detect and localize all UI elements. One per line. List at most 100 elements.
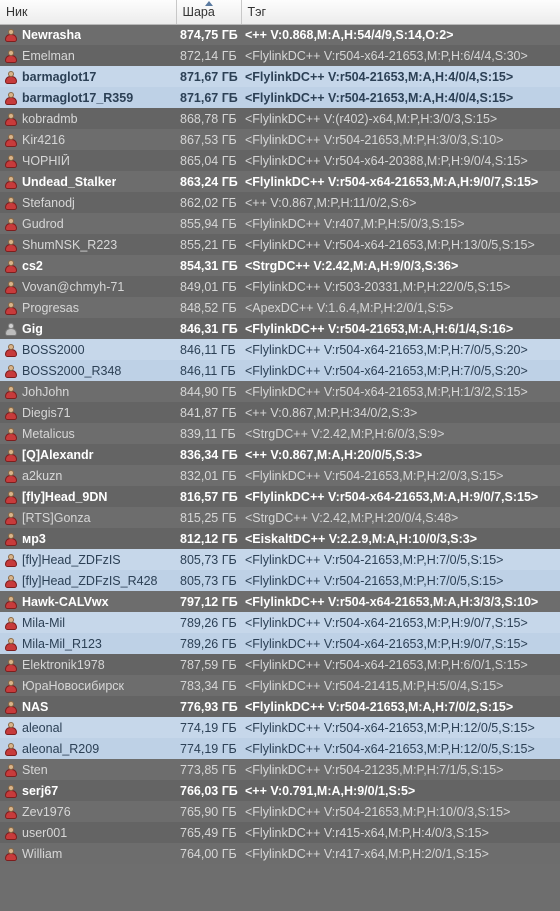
nick-cell[interactable]: William bbox=[0, 843, 176, 864]
nick-text: Hawk-CALVwx bbox=[22, 595, 109, 609]
table-row[interactable]: Hawk-CALVwx797,12 ГБ<FlylinkDC++ V:r504-… bbox=[0, 591, 560, 612]
table-row[interactable]: William764,00 ГБ<FlylinkDC++ V:r417-x64,… bbox=[0, 843, 560, 864]
nick-cell[interactable]: [Q]Alexandr bbox=[0, 444, 176, 465]
nick-cell[interactable]: [fly]Head_ZDFzIS_R428 bbox=[0, 570, 176, 591]
column-header-share[interactable]: Шара bbox=[176, 0, 241, 24]
table-row[interactable]: Gudrod855,94 ГБ<FlylinkDC++ V:r407,M:P,H… bbox=[0, 213, 560, 234]
share-cell: 839,11 ГБ bbox=[176, 423, 241, 444]
nick-cell[interactable]: cs2 bbox=[0, 255, 176, 276]
nick-cell[interactable]: JohJohn bbox=[0, 381, 176, 402]
table-row[interactable]: Kir4216867,53 ГБ<FlylinkDC++ V:r504-2165… bbox=[0, 129, 560, 150]
user-icon bbox=[4, 448, 18, 462]
table-row[interactable]: BOSS2000846,11 ГБ<FlylinkDC++ V:r504-x64… bbox=[0, 339, 560, 360]
nick-cell[interactable]: Zev1976 bbox=[0, 801, 176, 822]
nick-cell[interactable]: Gudrod bbox=[0, 213, 176, 234]
nick-text: Mila-Mil bbox=[22, 616, 65, 630]
table-row[interactable]: Diegis71841,87 ГБ<++ V:0.867,M:P,H:34/0/… bbox=[0, 402, 560, 423]
nick-cell[interactable]: user001 bbox=[0, 822, 176, 843]
table-row[interactable]: JohJohn844,90 ГБ<FlylinkDC++ V:r504-x64-… bbox=[0, 381, 560, 402]
table-row[interactable]: [fly]Head_ZDFzIS_R428805,73 ГБ<FlylinkDC… bbox=[0, 570, 560, 591]
table-row[interactable]: Sten773,85 ГБ<FlylinkDC++ V:r504-21235,M… bbox=[0, 759, 560, 780]
table-row[interactable]: aleonal774,19 ГБ<FlylinkDC++ V:r504-x64-… bbox=[0, 717, 560, 738]
nick-cell[interactable]: NAS bbox=[0, 696, 176, 717]
nick-text: kobradmb bbox=[22, 112, 78, 126]
tag-cell: <FlylinkDC++ V:r504-21235,M:P,H:7/1/5,S:… bbox=[241, 759, 560, 780]
table-row[interactable]: Mila-Mil_R123789,26 ГБ<FlylinkDC++ V:r50… bbox=[0, 633, 560, 654]
nick-cell[interactable]: мр3 bbox=[0, 528, 176, 549]
table-row[interactable]: [fly]Head_9DN816,57 ГБ<FlylinkDC++ V:r50… bbox=[0, 486, 560, 507]
nick-cell[interactable]: barmaglot17_R359 bbox=[0, 87, 176, 108]
nick-cell[interactable]: Emelman bbox=[0, 45, 176, 66]
table-row[interactable]: kobradmb868,78 ГБ<FlylinkDC++ V:(r402)-x… bbox=[0, 108, 560, 129]
nick-cell[interactable]: Progresas bbox=[0, 297, 176, 318]
nick-cell[interactable]: serj67 bbox=[0, 780, 176, 801]
nick-cell[interactable]: Hawk-CALVwx bbox=[0, 591, 176, 612]
table-row[interactable]: serj67766,03 ГБ<++ V:0.791,M:A,H:9/0/1,S… bbox=[0, 780, 560, 801]
table-row[interactable]: NAS776,93 ГБ<FlylinkDC++ V:r504-21653,M:… bbox=[0, 696, 560, 717]
nick-cell[interactable]: Gig bbox=[0, 318, 176, 339]
nick-cell[interactable]: ЧОРНІЙ bbox=[0, 150, 176, 171]
table-row[interactable]: Mila-Mil789,26 ГБ<FlylinkDC++ V:r504-x64… bbox=[0, 612, 560, 633]
table-row[interactable]: ЮраНовосибирск783,34 ГБ<FlylinkDC++ V:r5… bbox=[0, 675, 560, 696]
tag-cell: <++ V:0.868,M:A,H:54/4/9,S:14,O:2> bbox=[241, 24, 560, 45]
table-row[interactable]: aleonal_R209774,19 ГБ<FlylinkDC++ V:r504… bbox=[0, 738, 560, 759]
table-row[interactable]: Emelman872,14 ГБ<FlylinkDC++ V:r504-x64-… bbox=[0, 45, 560, 66]
nick-cell[interactable]: Kir4216 bbox=[0, 129, 176, 150]
table-row[interactable]: ShumNSK_R223855,21 ГБ<FlylinkDC++ V:r504… bbox=[0, 234, 560, 255]
table-row[interactable]: [fly]Head_ZDFzIS805,73 ГБ<FlylinkDC++ V:… bbox=[0, 549, 560, 570]
nick-cell[interactable]: Diegis71 bbox=[0, 402, 176, 423]
nick-cell[interactable]: [fly]Head_9DN bbox=[0, 486, 176, 507]
table-row[interactable]: Vovan@chmyh-71849,01 ГБ<FlylinkDC++ V:r5… bbox=[0, 276, 560, 297]
nick-cell[interactable]: a2kuzn bbox=[0, 465, 176, 486]
nick-cell[interactable]: Elektronik1978 bbox=[0, 654, 176, 675]
table-row[interactable]: Progresas848,52 ГБ<ApexDC++ V:1.6.4,M:P,… bbox=[0, 297, 560, 318]
column-header-tag[interactable]: Тэг bbox=[241, 0, 560, 24]
table-row[interactable]: Elektronik1978787,59 ГБ<FlylinkDC++ V:r5… bbox=[0, 654, 560, 675]
nick-cell[interactable]: Vovan@chmyh-71 bbox=[0, 276, 176, 297]
nick-cell[interactable]: barmaglot17 bbox=[0, 66, 176, 87]
table-row[interactable]: cs2854,31 ГБ<StrgDC++ V:2.42,M:A,H:9/0/3… bbox=[0, 255, 560, 276]
nick-cell[interactable]: ShumNSK_R223 bbox=[0, 234, 176, 255]
table-row[interactable]: Newrasha874,75 ГБ<++ V:0.868,M:A,H:54/4/… bbox=[0, 24, 560, 45]
table-row[interactable]: ЧОРНІЙ865,04 ГБ<FlylinkDC++ V:r504-x64-2… bbox=[0, 150, 560, 171]
nick-cell[interactable]: ЮраНовосибирск bbox=[0, 675, 176, 696]
nick-cell[interactable]: [fly]Head_ZDFzIS bbox=[0, 549, 176, 570]
table-row[interactable]: [RTS]Gonza815,25 ГБ<StrgDC++ V:2.42,M:P,… bbox=[0, 507, 560, 528]
share-cell: 805,73 ГБ bbox=[176, 549, 241, 570]
table-row[interactable]: Gig846,31 ГБ<FlylinkDC++ V:r504-21653,M:… bbox=[0, 318, 560, 339]
nick-cell[interactable]: Sten bbox=[0, 759, 176, 780]
nick-cell[interactable]: Mila-Mil bbox=[0, 612, 176, 633]
nick-cell[interactable]: aleonal_R209 bbox=[0, 738, 176, 759]
table-row[interactable]: barmaglot17_R359871,67 ГБ<FlylinkDC++ V:… bbox=[0, 87, 560, 108]
nick-cell[interactable]: BOSS2000_R348 bbox=[0, 360, 176, 381]
nick-text: Mila-Mil_R123 bbox=[22, 637, 102, 651]
table-row[interactable]: Stefanodj862,02 ГБ<++ V:0.867,M:P,H:11/0… bbox=[0, 192, 560, 213]
table-row[interactable]: мр3812,12 ГБ<EiskaltDC++ V:2.2.9,M:A,H:1… bbox=[0, 528, 560, 549]
table-row[interactable]: barmaglot17871,67 ГБ<FlylinkDC++ V:r504-… bbox=[0, 66, 560, 87]
table-row[interactable]: Undead_Stalker863,24 ГБ<FlylinkDC++ V:r5… bbox=[0, 171, 560, 192]
tag-cell: <FlylinkDC++ V:r504-x64-21653,M:P,H:13/0… bbox=[241, 234, 560, 255]
table-row[interactable]: Zev1976765,90 ГБ<FlylinkDC++ V:r504-2165… bbox=[0, 801, 560, 822]
nick-cell[interactable]: Mila-Mil_R123 bbox=[0, 633, 176, 654]
table-row[interactable]: BOSS2000_R348846,11 ГБ<FlylinkDC++ V:r50… bbox=[0, 360, 560, 381]
nick-cell[interactable]: [RTS]Gonza bbox=[0, 507, 176, 528]
nick-cell[interactable]: Stefanodj bbox=[0, 192, 176, 213]
tag-cell: <FlylinkDC++ V:r504-x64-21653,M:P,H:9/0/… bbox=[241, 612, 560, 633]
table-row[interactable]: a2kuzn832,01 ГБ<FlylinkDC++ V:r504-21653… bbox=[0, 465, 560, 486]
user-icon bbox=[4, 301, 18, 315]
table-row[interactable]: [Q]Alexandr836,34 ГБ<++ V:0.867,M:A,H:20… bbox=[0, 444, 560, 465]
nick-cell[interactable]: BOSS2000 bbox=[0, 339, 176, 360]
nick-text: Elektronik1978 bbox=[22, 658, 105, 672]
nick-cell[interactable]: kobradmb bbox=[0, 108, 176, 129]
nick-text: ShumNSK_R223 bbox=[22, 238, 117, 252]
column-header-nick[interactable]: Ник bbox=[0, 0, 176, 24]
nick-cell[interactable]: aleonal bbox=[0, 717, 176, 738]
nick-cell[interactable]: Newrasha bbox=[0, 24, 176, 45]
nick-cell[interactable]: Undead_Stalker bbox=[0, 171, 176, 192]
user-icon bbox=[4, 133, 18, 147]
user-icon bbox=[4, 658, 18, 672]
table-row[interactable]: Metalicus839,11 ГБ<StrgDC++ V:2.42,M:P,H… bbox=[0, 423, 560, 444]
table-row[interactable]: user001765,49 ГБ<FlylinkDC++ V:r415-x64,… bbox=[0, 822, 560, 843]
nick-cell[interactable]: Metalicus bbox=[0, 423, 176, 444]
share-cell: 854,31 ГБ bbox=[176, 255, 241, 276]
